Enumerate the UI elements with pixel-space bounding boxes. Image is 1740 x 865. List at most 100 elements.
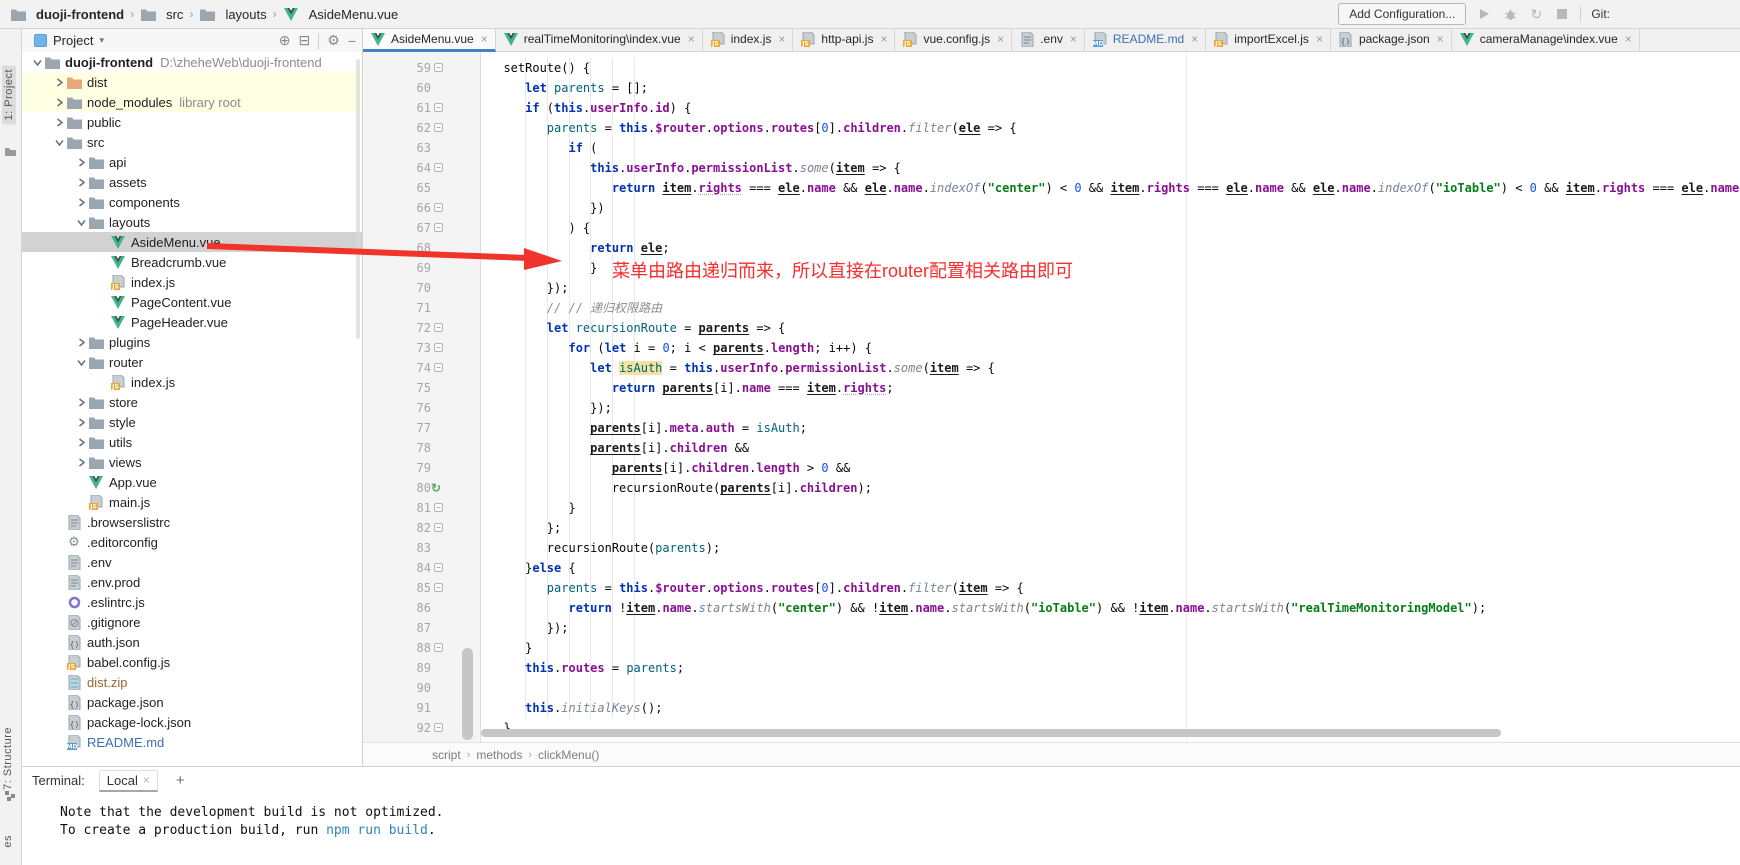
tree-item-plugins[interactable]: plugins	[22, 332, 362, 352]
fold-marker-icon[interactable]: −	[434, 103, 443, 112]
fold-marker-icon[interactable]: −	[434, 323, 443, 332]
chevron-right-icon[interactable]	[74, 195, 88, 209]
tree-item-index.js[interactable]: JSindex.js	[22, 372, 362, 392]
editor-breadcrumb-item-script[interactable]: script	[432, 748, 461, 762]
fold-marker-icon[interactable]: −	[434, 343, 443, 352]
chevron-down-icon[interactable]	[52, 135, 66, 149]
close-icon[interactable]: ×	[1191, 32, 1198, 46]
chevron-right-icon[interactable]	[74, 395, 88, 409]
tree-item-layouts[interactable]: layouts	[22, 212, 362, 232]
tree-item-.browserslistrc[interactable]: .browserslistrc	[22, 512, 362, 532]
editor-tab-importExcel.js[interactable]: JSimportExcel.js×	[1206, 29, 1331, 52]
close-icon[interactable]: ×	[143, 773, 150, 787]
fold-marker-icon[interactable]: −	[434, 563, 443, 572]
fold-marker-icon[interactable]: −	[434, 723, 443, 732]
tree-item-.editorconfig[interactable]: ⚙.editorconfig	[22, 532, 362, 552]
run-icon[interactable]	[1476, 6, 1492, 22]
tree-item-.eslintrc.js[interactable]: .eslintrc.js	[22, 592, 362, 612]
hide-panel-icon[interactable]: −	[348, 33, 356, 49]
gutter-scrollbar-thumb[interactable]	[462, 648, 473, 740]
tree-item-.env.prod[interactable]: .env.prod	[22, 572, 362, 592]
horizontal-scrollbar-thumb[interactable]	[481, 729, 1501, 737]
close-icon[interactable]: ×	[688, 32, 695, 46]
tree-item-public[interactable]: public	[22, 112, 362, 132]
tool-window-tab-project[interactable]: 1: Project	[2, 65, 16, 124]
close-icon[interactable]: ×	[1070, 32, 1077, 46]
chevron-right-icon[interactable]	[74, 335, 88, 349]
fold-marker-icon[interactable]: −	[434, 63, 443, 72]
terminal-tab-local[interactable]: Local ×	[99, 770, 158, 792]
chevron-right-icon[interactable]	[74, 175, 88, 189]
tree-item-PageContent.vue[interactable]: PageContent.vue	[22, 292, 362, 312]
project-panel-title[interactable]: Project	[53, 33, 93, 48]
tree-item-main.js[interactable]: JSmain.js	[22, 492, 362, 512]
editor-tab-cameraManage\index.vue[interactable]: cameraManage\index.vue×	[1452, 29, 1640, 52]
editor-tab-package.json[interactable]: {)package.json×	[1331, 29, 1452, 52]
recursive-call-icon[interactable]: ↻	[429, 481, 443, 495]
tool-window-tab-structure[interactable]: 7: Structure	[2, 727, 14, 790]
project-tree-scrollbar[interactable]	[356, 59, 360, 339]
tree-item-AsideMenu.vue[interactable]: AsideMenu.vue	[22, 232, 362, 252]
close-icon[interactable]: ×	[1437, 32, 1444, 46]
tree-item-package-lock.json[interactable]: {)package-lock.json	[22, 712, 362, 732]
tree-item-duoji-frontend[interactable]: duoji-frontendD:\zheheWeb\duoji-frontend	[22, 52, 362, 72]
code-editor[interactable]: setRoute() { let parents = []; if (this.…	[481, 52, 1740, 766]
editor-tab-AsideMenu.vue[interactable]: AsideMenu.vue×	[363, 29, 496, 52]
tree-item-.gitignore[interactable]: .gitignore	[22, 612, 362, 632]
tree-item-PageHeader.vue[interactable]: PageHeader.vue	[22, 312, 362, 332]
debug-icon[interactable]	[1502, 6, 1518, 22]
stop-icon[interactable]	[1554, 6, 1570, 22]
terminal-output[interactable]: Note that the development build is not o…	[22, 794, 1740, 840]
tree-item-api[interactable]: api	[22, 152, 362, 172]
breadcrumb-item-layouts[interactable]: layouts	[199, 6, 266, 22]
tree-item-package.json[interactable]: {)package.json	[22, 692, 362, 712]
editor-tab-index.js[interactable]: JSindex.js×	[703, 29, 794, 52]
chevron-right-icon[interactable]	[74, 415, 88, 429]
chevron-down-icon[interactable]: ▾	[99, 35, 104, 46]
close-icon[interactable]: ×	[481, 32, 488, 46]
breadcrumb-item-AsideMenu.vue[interactable]: AsideMenu.vue	[283, 6, 399, 22]
tree-item-babel.config.js[interactable]: JSbabel.config.js	[22, 652, 362, 672]
new-terminal-icon[interactable]: +	[176, 772, 185, 789]
tree-item-utils[interactable]: utils	[22, 432, 362, 452]
chevron-right-icon[interactable]	[74, 455, 88, 469]
fold-marker-icon[interactable]: −	[434, 363, 443, 372]
tree-item-src[interactable]: src	[22, 132, 362, 152]
editor-tab-http-api.js[interactable]: JShttp-api.js×	[793, 29, 895, 52]
breadcrumb-item-src[interactable]: src	[140, 6, 183, 22]
tree-item-.env[interactable]: .env	[22, 552, 362, 572]
chevron-down-icon[interactable]	[74, 355, 88, 369]
chevron-right-icon[interactable]	[74, 155, 88, 169]
tool-window-tab-partial[interactable]: es	[2, 835, 14, 848]
editor-tab-vue.config.js[interactable]: JSvue.config.js×	[895, 29, 1012, 52]
chevron-right-icon[interactable]	[74, 435, 88, 449]
locate-icon[interactable]: ⊕	[279, 32, 291, 49]
breadcrumb-item-duoji-frontend[interactable]: duoji-frontend	[10, 6, 124, 22]
fold-marker-icon[interactable]: −	[434, 583, 443, 592]
tree-item-Breadcrumb.vue[interactable]: Breadcrumb.vue	[22, 252, 362, 272]
editor-tab-realTimeMonitoring\index.vue[interactable]: realTimeMonitoring\index.vue×	[496, 29, 703, 52]
tree-item-dist[interactable]: dist	[22, 72, 362, 92]
tree-item-node_modules[interactable]: node_moduleslibrary root	[22, 92, 362, 112]
add-configuration-button[interactable]: Add Configuration...	[1338, 3, 1466, 25]
chevron-down-icon[interactable]	[74, 215, 88, 229]
git-label[interactable]: Git:	[1591, 7, 1610, 21]
close-icon[interactable]: ×	[778, 32, 785, 46]
tree-item-App.vue[interactable]: App.vue	[22, 472, 362, 492]
tree-item-auth.json[interactable]: {)auth.json	[22, 632, 362, 652]
fold-marker-icon[interactable]: −	[434, 223, 443, 232]
chevron-down-icon[interactable]	[30, 55, 44, 69]
tree-item-store[interactable]: store	[22, 392, 362, 412]
tree-item-components[interactable]: components	[22, 192, 362, 212]
chevron-right-icon[interactable]	[52, 95, 66, 109]
editor-breadcrumb-item-clickMenu()[interactable]: clickMenu()	[538, 748, 599, 762]
editor-tab-README.md[interactable]: MDREADME.md×	[1085, 29, 1206, 52]
chevron-right-icon[interactable]	[52, 115, 66, 129]
fold-marker-icon[interactable]: −	[434, 643, 443, 652]
collapse-all-icon[interactable]: ⊟	[299, 32, 311, 49]
gear-icon[interactable]: ⚙	[327, 32, 340, 49]
close-icon[interactable]: ×	[997, 32, 1004, 46]
tree-item-README.md[interactable]: MDREADME.md	[22, 732, 362, 752]
chevron-right-icon[interactable]	[52, 75, 66, 89]
close-icon[interactable]: ×	[1316, 32, 1323, 46]
